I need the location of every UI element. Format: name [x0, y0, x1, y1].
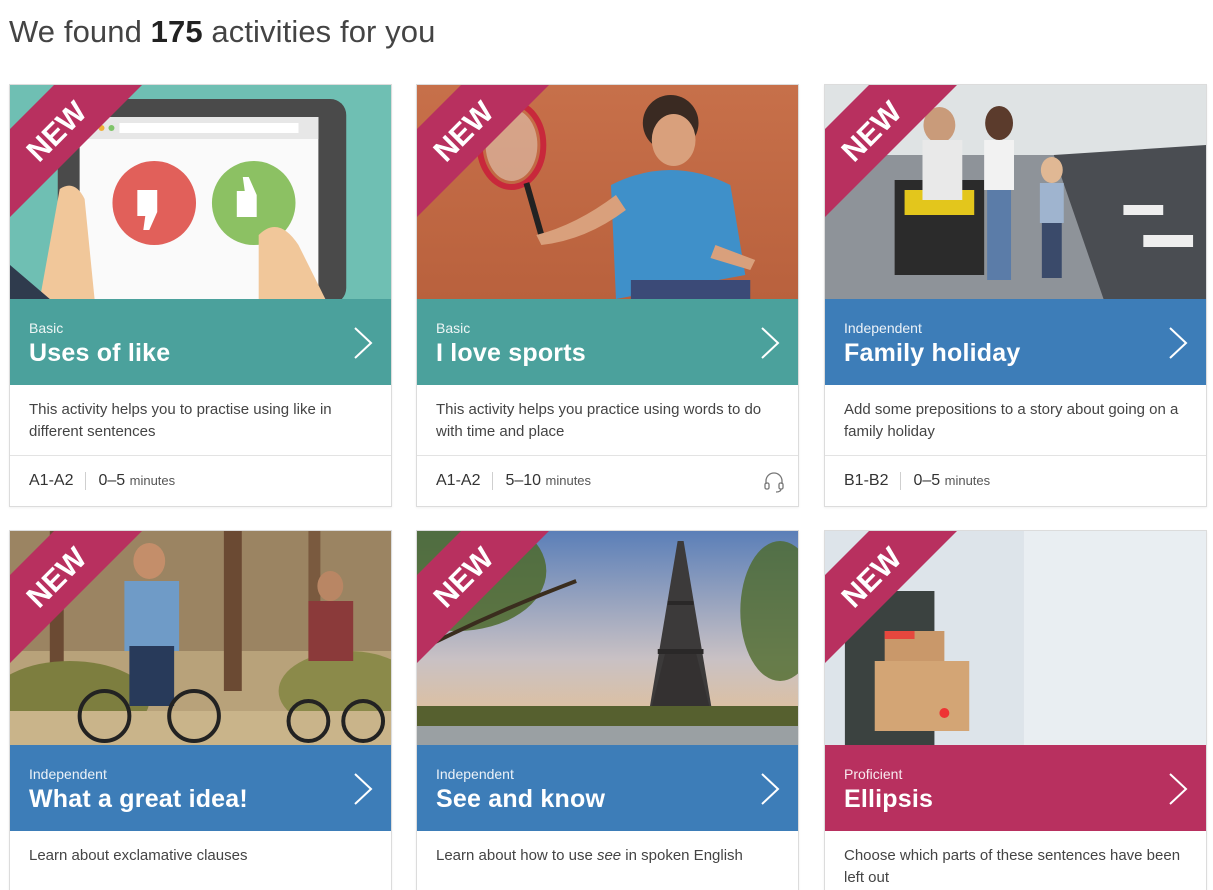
card-image: NEW	[825, 85, 1206, 299]
card-duration: 5–10 minutes	[505, 472, 592, 489]
card-band: Independent Family holiday	[825, 299, 1206, 385]
chevron-right-icon[interactable]	[353, 326, 373, 360]
card-image: NEW	[417, 531, 798, 745]
activity-card-see-and-know[interactable]: NEW Independent See and know Learn about…	[416, 530, 799, 890]
card-band: Independent What a great idea!	[10, 745, 391, 831]
card-image: NEW	[10, 531, 391, 745]
card-meta: A1-A2 0–5 minutes	[10, 456, 391, 506]
results-heading: We found 175 activities for you	[9, 14, 436, 49]
card-title[interactable]: I love sports	[436, 339, 779, 368]
activity-card-uses-of-like[interactable]: NEW Basic Uses of like This activity hel…	[9, 84, 392, 507]
card-meta: B1-B2 0–5 minutes	[825, 456, 1206, 506]
card-title[interactable]: Uses of like	[29, 339, 372, 368]
card-description: This activity helps you to practise usin…	[10, 385, 391, 456]
card-description: Add some prepositions to a story about g…	[825, 385, 1206, 456]
card-band: Independent See and know	[417, 745, 798, 831]
card-description: Learn about exclamative clauses	[10, 831, 391, 890]
headphones-icon	[764, 472, 784, 493]
card-meta: A1-A2 5–10 minutes	[417, 456, 798, 506]
card-level: Independent	[436, 766, 514, 782]
activity-card-what-a-great-idea[interactable]: NEW Independent What a great idea! Learn…	[9, 530, 392, 890]
card-title[interactable]: Ellipsis	[844, 785, 1187, 814]
card-image: NEW	[10, 85, 391, 299]
chevron-right-icon[interactable]	[1168, 772, 1188, 806]
card-duration: 0–5 minutes	[913, 472, 991, 489]
card-band: Basic Uses of like	[10, 299, 391, 385]
card-description: Choose which parts of these sentences ha…	[825, 831, 1206, 890]
chevron-right-icon[interactable]	[353, 772, 373, 806]
card-description: This activity helps you practice using w…	[417, 385, 798, 456]
card-level: Basic	[29, 320, 64, 336]
activity-card-i-love-sports[interactable]: NEW Basic I love sports This activity he…	[416, 84, 799, 507]
card-cefr-level: B1-B2	[844, 472, 902, 490]
card-cefr-level: A1-A2	[29, 472, 87, 490]
card-level: Proficient	[844, 766, 903, 782]
card-cefr-level: A1-A2	[436, 472, 494, 490]
card-level: Independent	[29, 766, 107, 782]
card-band: Basic I love sports	[417, 299, 798, 385]
chevron-right-icon[interactable]	[760, 772, 780, 806]
card-level: Independent	[844, 320, 922, 336]
card-title[interactable]: Family holiday	[844, 339, 1187, 368]
card-image: NEW	[417, 85, 798, 299]
card-duration: 0–5 minutes	[98, 472, 176, 489]
chevron-right-icon[interactable]	[760, 326, 780, 360]
results-count: 175	[150, 14, 203, 49]
card-band: Proficient Ellipsis	[825, 745, 1206, 831]
activity-card-ellipsis[interactable]: NEW Proficient Ellipsis Choose which par…	[824, 530, 1207, 890]
chevron-right-icon[interactable]	[1168, 326, 1188, 360]
card-image: NEW	[825, 531, 1206, 745]
card-level: Basic	[436, 320, 471, 336]
card-title[interactable]: See and know	[436, 785, 779, 814]
card-title[interactable]: What a great idea!	[29, 785, 372, 814]
card-description: Learn about how to use see in spoken Eng…	[417, 831, 798, 890]
activity-card-family-holiday[interactable]: NEW Independent Family holiday Add some …	[824, 84, 1207, 507]
